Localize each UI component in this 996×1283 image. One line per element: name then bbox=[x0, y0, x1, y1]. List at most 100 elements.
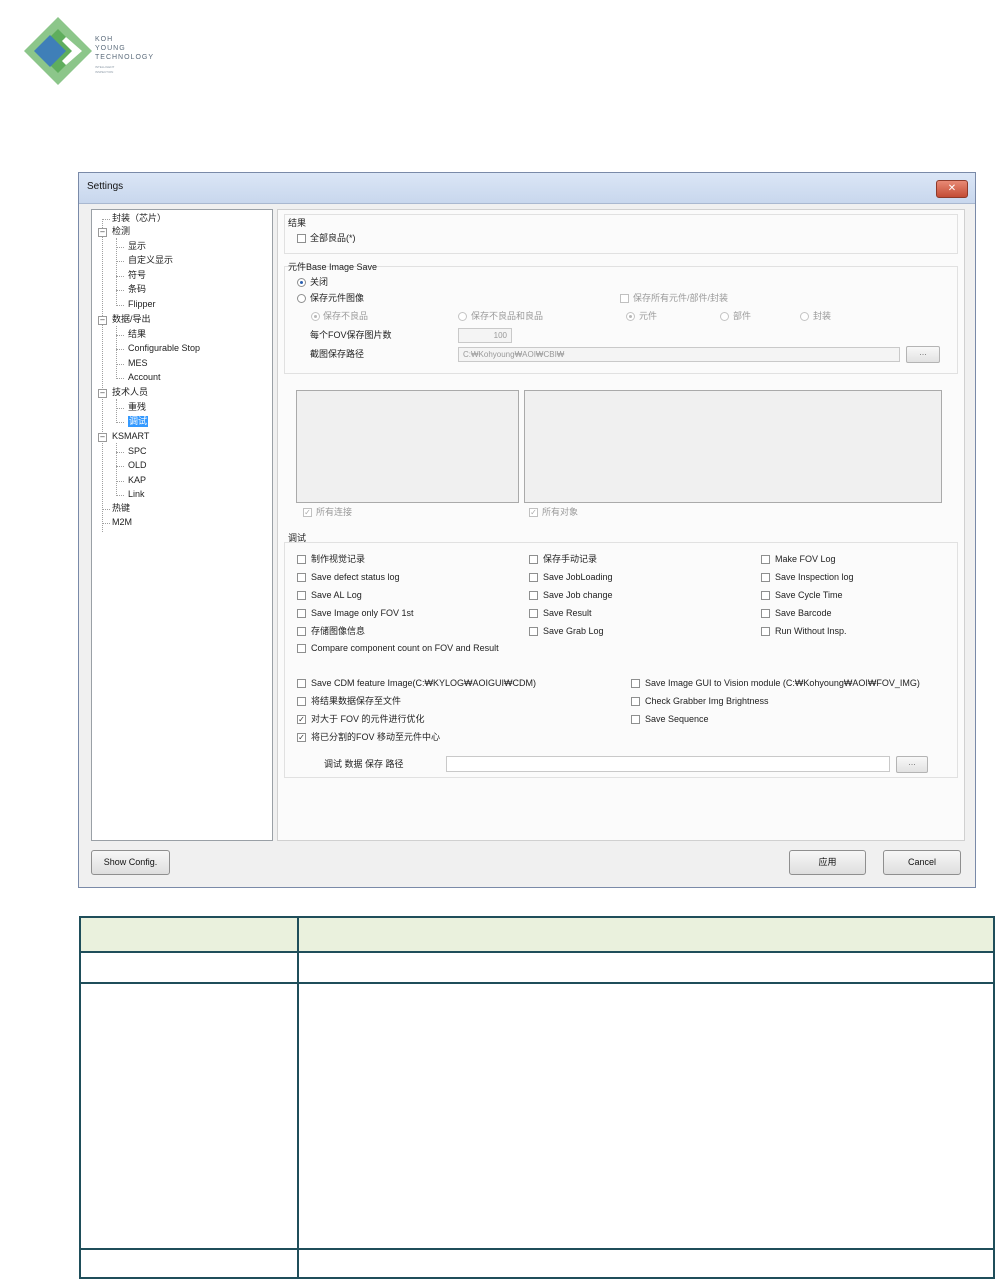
tree-item-mes[interactable]: MES bbox=[128, 358, 148, 369]
save-job-change-checkbox[interactable] bbox=[529, 591, 538, 600]
save-grab-log-label: Save Grab Log bbox=[543, 626, 604, 636]
store-image-info-checkbox[interactable] bbox=[297, 627, 306, 636]
title-bar[interactable]: Settings ✕ bbox=[79, 173, 975, 204]
tree-item-package[interactable]: 封装（芯片） bbox=[112, 213, 166, 224]
settings-panel: 结果 全部良品(*) 元件Base Image Save 关闭 保存元件图像 保… bbox=[277, 209, 965, 841]
make-fov-log-checkbox[interactable] bbox=[761, 555, 770, 564]
collapse-icon[interactable]: − bbox=[98, 316, 107, 325]
apply-button[interactable]: 应用 bbox=[789, 850, 866, 875]
save-result-data-to-file-checkbox[interactable] bbox=[297, 697, 306, 706]
collapse-icon[interactable]: − bbox=[98, 433, 107, 442]
tree-item-rework[interactable]: 重残 bbox=[128, 402, 146, 413]
result-group bbox=[284, 214, 958, 254]
tree-item-display[interactable]: 显示 bbox=[128, 241, 146, 252]
all-good-checkbox[interactable] bbox=[297, 234, 306, 243]
all-good-label: 全部良品(*) bbox=[310, 233, 356, 243]
all-links-checkbox[interactable]: ✓ bbox=[303, 508, 312, 517]
screenshot-path-input[interactable]: C:₩Kohyoung₩AOI₩CBI₩ bbox=[458, 347, 900, 362]
tree-item-account[interactable]: Account bbox=[128, 372, 161, 383]
tree-item-inspection[interactable]: 检测 bbox=[112, 226, 130, 237]
tree-item-barcode[interactable]: 条码 bbox=[128, 284, 146, 295]
table-cell bbox=[297, 951, 995, 984]
logo-line-2: YOUNG bbox=[95, 45, 126, 52]
check-grabber-brightness-checkbox[interactable] bbox=[631, 697, 640, 706]
logo-mark-icon bbox=[24, 17, 92, 85]
all-links-label: 所有连接 bbox=[316, 507, 353, 517]
collapse-icon[interactable]: − bbox=[98, 228, 107, 237]
save-cycle-time-checkbox[interactable] bbox=[761, 591, 770, 600]
close-button[interactable]: ✕ bbox=[936, 180, 968, 198]
tree-item-hotkey[interactable]: 热键 bbox=[112, 503, 130, 514]
logo-line-3: TECHNOLOGY bbox=[95, 54, 155, 61]
save-defect-status-log-checkbox[interactable] bbox=[297, 573, 306, 582]
collapse-icon[interactable]: − bbox=[98, 389, 107, 398]
images-per-fov-input[interactable]: 100 bbox=[458, 328, 512, 343]
save-image-gui-label: Save Image GUI to Vision module (C:₩Kohy… bbox=[645, 678, 920, 688]
compare-component-count-checkbox[interactable] bbox=[297, 644, 306, 653]
tree-item-kap[interactable]: KAP bbox=[128, 475, 146, 486]
save-al-log-checkbox[interactable] bbox=[297, 591, 306, 600]
company-logo: KOH YOUNG TECHNOLOGY INTELLIGENT INSPECT… bbox=[20, 15, 180, 95]
save-bad-label: 保存不良品 bbox=[323, 311, 369, 321]
table-row bbox=[79, 951, 995, 984]
move-split-fov-checkbox[interactable]: ✓ bbox=[297, 733, 306, 742]
optimize-large-components-checkbox[interactable]: ✓ bbox=[297, 715, 306, 724]
compare-component-count-label: Compare component count on FOV and Resul… bbox=[311, 643, 499, 653]
save-cdm-feature-image-checkbox[interactable] bbox=[297, 679, 306, 688]
screenshot-path-browse-button[interactable]: ... bbox=[906, 346, 940, 363]
table-header-row bbox=[79, 916, 995, 953]
tree-item-configurable-stop[interactable]: Configurable Stop bbox=[128, 343, 200, 354]
make-fov-log-label: Make FOV Log bbox=[775, 554, 836, 564]
tree-item-spc[interactable]: SPC bbox=[128, 446, 147, 457]
logo-tagline-1: INTELLIGENT bbox=[95, 65, 115, 69]
save-bad-radio[interactable] bbox=[311, 312, 320, 321]
save-manual-log-checkbox[interactable] bbox=[529, 555, 538, 564]
all-objects-checkbox[interactable]: ✓ bbox=[529, 508, 538, 517]
save-grab-log-checkbox[interactable] bbox=[529, 627, 538, 636]
save-image-only-fov-checkbox[interactable] bbox=[297, 609, 306, 618]
save-component-image-radio[interactable] bbox=[297, 294, 306, 303]
save-result-checkbox[interactable] bbox=[529, 609, 538, 618]
save-bad-good-radio[interactable] bbox=[458, 312, 467, 321]
package-radio[interactable] bbox=[800, 312, 809, 321]
tree-item-old[interactable]: OLD bbox=[128, 460, 147, 471]
tree-item-ksmart[interactable]: KSMART bbox=[112, 431, 149, 442]
tree-item-symbol[interactable]: 符号 bbox=[128, 270, 146, 281]
result-header: 结果 bbox=[288, 218, 307, 228]
save-image-gui-checkbox[interactable] bbox=[631, 679, 640, 688]
show-config-button[interactable]: Show Config. bbox=[91, 850, 170, 875]
table-cell bbox=[79, 1248, 299, 1279]
make-vision-log-checkbox[interactable] bbox=[297, 555, 306, 564]
optimize-large-components-label: 对大于 FOV 的元件进行优化 bbox=[311, 714, 425, 724]
debug-path-browse-button[interactable]: ... bbox=[896, 756, 928, 773]
debug-header: 调试 bbox=[288, 533, 307, 543]
preview-left-box bbox=[296, 390, 519, 503]
check-grabber-brightness-label: Check Grabber Img Brightness bbox=[645, 696, 769, 706]
tree-item-debug[interactable]: 调试 bbox=[128, 416, 149, 427]
save-sequence-checkbox[interactable] bbox=[631, 715, 640, 724]
tree-item-custom-display[interactable]: 自定义显示 bbox=[128, 255, 173, 266]
save-barcode-checkbox[interactable] bbox=[761, 609, 770, 618]
run-without-insp-checkbox[interactable] bbox=[761, 627, 770, 636]
tree-item-data-export[interactable]: 数据/导出 bbox=[112, 314, 151, 325]
tree-item-result[interactable]: 结果 bbox=[128, 329, 146, 340]
run-without-insp-label: Run Without Insp. bbox=[775, 626, 847, 636]
save-inspection-log-checkbox[interactable] bbox=[761, 573, 770, 582]
save-all-checkbox[interactable] bbox=[620, 294, 629, 303]
tree-item-m2m[interactable]: M2M bbox=[112, 517, 132, 528]
save-barcode-label: Save Barcode bbox=[775, 608, 832, 618]
save-jobloading-label: Save JobLoading bbox=[543, 572, 613, 582]
table-cell bbox=[79, 982, 299, 1250]
tree-item-link[interactable]: Link bbox=[128, 489, 145, 500]
tree-item-flipper[interactable]: Flipper bbox=[128, 299, 156, 310]
save-result-label: Save Result bbox=[543, 608, 592, 618]
table-cell bbox=[297, 1248, 995, 1279]
off-radio[interactable] bbox=[297, 278, 306, 287]
cancel-button[interactable]: Cancel bbox=[883, 850, 961, 875]
part-radio[interactable] bbox=[720, 312, 729, 321]
debug-path-input[interactable] bbox=[446, 756, 890, 772]
tree-item-technician[interactable]: 技术人员 bbox=[112, 387, 148, 398]
save-jobloading-checkbox[interactable] bbox=[529, 573, 538, 582]
save-al-log-label: Save AL Log bbox=[311, 590, 362, 600]
component-radio[interactable] bbox=[626, 312, 635, 321]
